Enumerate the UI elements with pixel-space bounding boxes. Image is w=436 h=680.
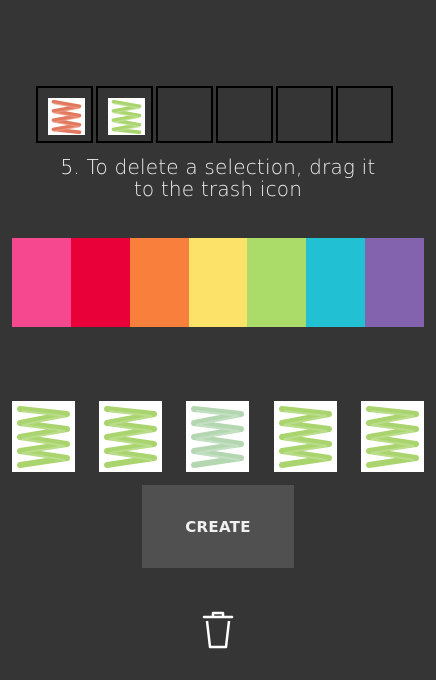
selection-slot-1[interactable] [36, 86, 93, 143]
color-palette [12, 238, 425, 327]
selection-slot-4[interactable] [216, 86, 273, 143]
zigzag-pattern-icon [104, 406, 157, 468]
instruction-line-1: 5. To delete a selection, drag it [60, 155, 376, 179]
pattern-option-1[interactable] [12, 401, 75, 472]
selection-slot-6[interactable] [336, 86, 393, 143]
zigzag-pattern-icon [366, 406, 419, 468]
zigzag-pattern-icon [191, 406, 244, 468]
selection-slot-5[interactable] [276, 86, 333, 143]
pattern-options [12, 401, 424, 473]
color-swatch-purple[interactable] [365, 238, 425, 327]
color-swatch-yellow[interactable] [188, 238, 248, 327]
selected-pattern-thumb[interactable] [48, 98, 85, 135]
zigzag-pattern-icon [111, 99, 142, 135]
selection-slot-3[interactable] [156, 86, 213, 143]
color-swatch-orange[interactable] [129, 238, 189, 327]
color-swatch-pink[interactable] [12, 238, 71, 327]
selection-slots [36, 86, 393, 143]
trash-icon[interactable] [198, 610, 238, 650]
create-button[interactable]: CREATE [142, 485, 294, 568]
instruction-text: 5. To delete a selection, drag it to the… [0, 156, 436, 200]
color-swatch-green[interactable] [247, 238, 307, 327]
pattern-option-5[interactable] [361, 401, 424, 472]
selection-slot-2[interactable] [96, 86, 153, 143]
instruction-line-2: to the trash icon [133, 177, 303, 201]
zigzag-pattern-icon [17, 406, 70, 468]
zigzag-pattern-icon [51, 99, 82, 135]
zigzag-pattern-icon [279, 406, 332, 468]
pattern-option-2[interactable] [99, 401, 162, 472]
pattern-option-4[interactable] [274, 401, 337, 472]
color-swatch-red[interactable] [70, 238, 130, 327]
color-swatch-cyan[interactable] [306, 238, 366, 327]
selected-pattern-thumb[interactable] [108, 98, 145, 135]
pattern-option-3[interactable] [186, 401, 249, 472]
